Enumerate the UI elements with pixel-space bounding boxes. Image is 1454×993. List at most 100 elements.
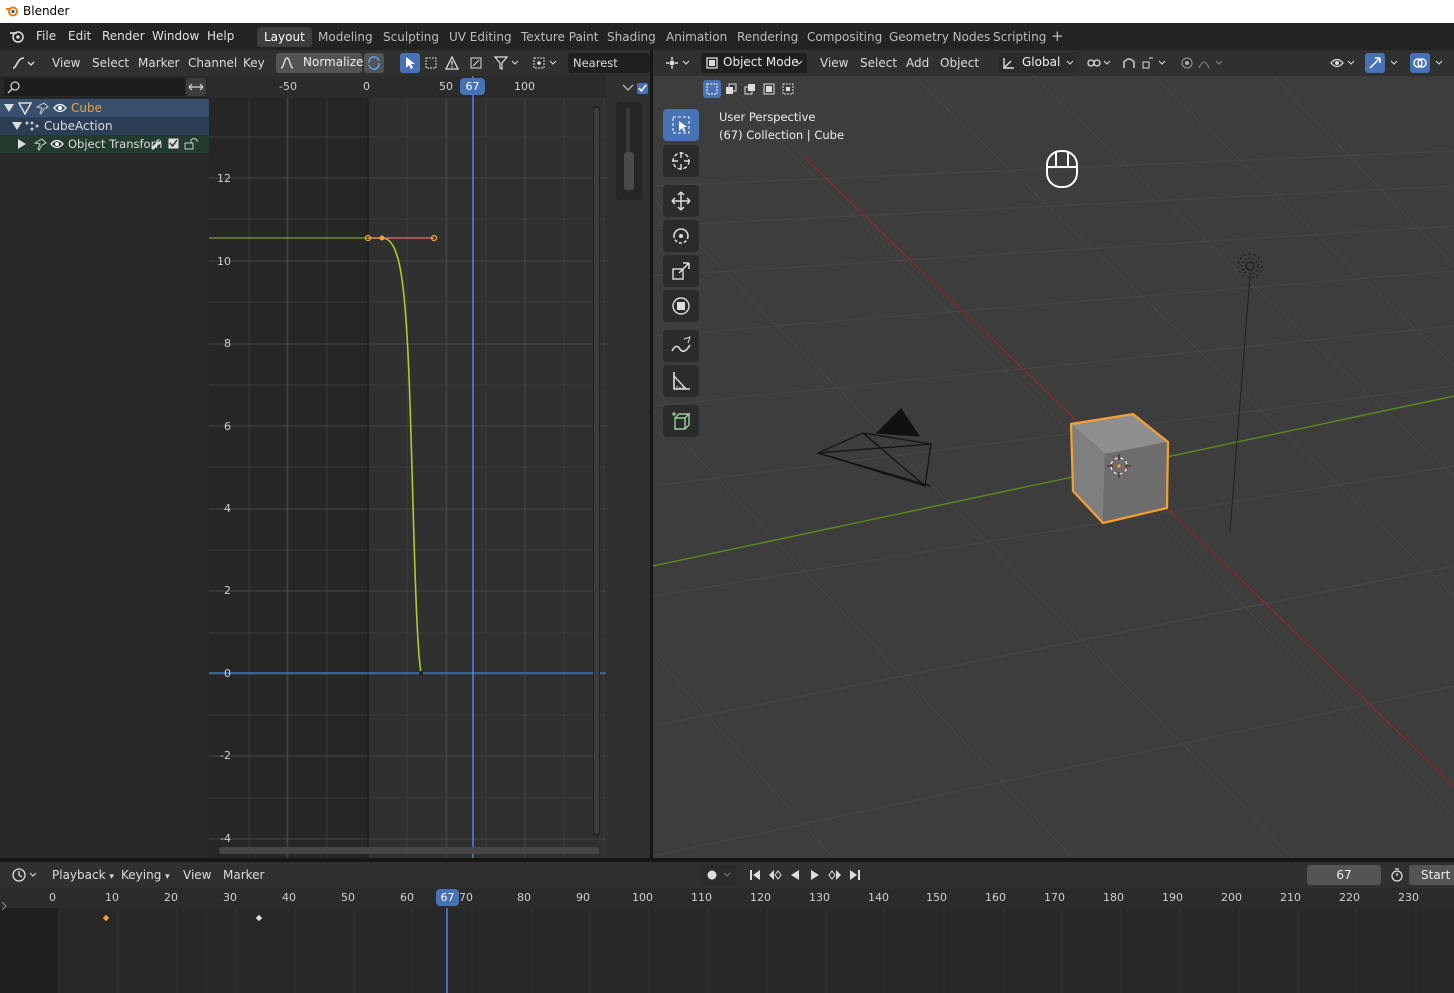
select-invert-icon[interactable] (760, 80, 778, 98)
unlock-icon[interactable] (184, 138, 198, 150)
viewport-menu-select[interactable]: Select (855, 53, 902, 73)
tab-shading[interactable]: Shading (600, 27, 663, 47)
tab-geometry-nodes[interactable]: Geometry Nodes (882, 27, 997, 47)
viewport-menu-object[interactable]: Object (935, 53, 984, 73)
collapsed-triangle-icon[interactable] (18, 139, 26, 149)
eye-icon[interactable] (50, 139, 64, 149)
menu-file[interactable]: File (36, 29, 56, 43)
jump-start-icon[interactable] (745, 865, 765, 885)
jump-keyframe-forward-icon[interactable] (825, 865, 845, 885)
tab-sculpting[interactable]: Sculpting (376, 27, 446, 47)
jump-keyframe-back-icon[interactable] (765, 865, 785, 885)
snap-icon[interactable] (1119, 53, 1139, 73)
select-new-icon[interactable] (703, 80, 721, 98)
only-errors-icon[interactable] (442, 53, 462, 73)
pin-icon[interactable] (34, 138, 47, 151)
tab-modeling[interactable]: Modeling (311, 27, 380, 47)
tool-scale[interactable] (663, 255, 699, 287)
tool-transform[interactable] (663, 290, 699, 322)
editor-type-timeline-icon[interactable] (10, 865, 40, 885)
viewport-menu-add[interactable]: Add (901, 53, 934, 73)
visibility-icon[interactable] (1329, 53, 1357, 73)
timeline-menu-playback[interactable]: Playback ▾ (47, 865, 119, 885)
timeline-menu-view[interactable]: View (178, 865, 216, 885)
chevron-down-icon[interactable] (1435, 60, 1443, 66)
auto-normalize-icon[interactable] (364, 53, 384, 73)
eye-icon[interactable] (53, 103, 67, 113)
tool-select-box[interactable] (663, 109, 699, 141)
mode-dropdown[interactable]: Object Mode (701, 53, 807, 73)
play-reverse-icon[interactable] (785, 865, 805, 885)
proportional-edit-icon[interactable] (1177, 53, 1197, 73)
menu-render[interactable]: Render (102, 29, 145, 43)
tool-add-cube[interactable] (663, 405, 699, 437)
tool-measure[interactable] (663, 365, 699, 397)
pin-icon[interactable] (36, 102, 49, 115)
play-icon[interactable] (805, 865, 825, 885)
current-frame-badge[interactable]: 67 (460, 78, 485, 95)
channel-object-transforms[interactable]: Object Transforn (0, 135, 209, 153)
pivot-point-icon[interactable] (530, 53, 560, 73)
menu-edit[interactable]: Edit (68, 29, 91, 43)
editor-type-graph-icon[interactable] (10, 53, 38, 73)
tool-rotate[interactable] (663, 220, 699, 252)
gizmo-icon[interactable] (1365, 53, 1385, 73)
graph-menu-key[interactable]: Key (238, 53, 270, 73)
chevron-down-icon[interactable] (622, 84, 634, 92)
snap-mode-dropdown[interactable]: Nearest Frame (568, 53, 650, 90)
timeline-current-frame-badge[interactable]: 67 (436, 889, 459, 906)
tab-scripting[interactable]: Scripting (986, 27, 1053, 47)
tab-animation[interactable]: Animation (659, 27, 734, 47)
normalize-toggle[interactable]: Normalize (276, 53, 363, 73)
viewport-menu-view[interactable]: View (815, 53, 853, 73)
graph-area[interactable]: -50 0 50 100 67 12 10 8 6 4 2 0 -2 -4 (209, 76, 650, 858)
tool-cursor[interactable] (663, 145, 699, 177)
channel-search-input[interactable] (4, 78, 185, 96)
sidebar-checkbox-icon[interactable] (637, 83, 648, 94)
tab-layout[interactable]: Layout (257, 27, 312, 47)
checkbox-icon[interactable] (168, 138, 179, 149)
stopwatch-icon[interactable] (1387, 865, 1407, 885)
viewport-canvas[interactable]: User Perspective (67) Collection | Cube (653, 76, 1454, 858)
graph-menu-select[interactable]: Select (87, 53, 134, 73)
channel-cubeaction[interactable]: CubeAction (0, 117, 209, 135)
tab-compositing[interactable]: Compositing (800, 27, 889, 47)
create-ghost-icon[interactable] (466, 53, 486, 73)
pivot-icon[interactable] (1085, 53, 1113, 73)
expand-channels-icon[interactable] (186, 78, 206, 96)
chevron-down-icon[interactable] (1390, 60, 1398, 66)
menu-help[interactable]: Help (207, 29, 234, 43)
start-frame-field[interactable]: Start (1409, 865, 1454, 885)
blender-menu-icon[interactable] (9, 28, 25, 47)
sidebar-slider[interactable] (616, 102, 642, 200)
select-extend-icon[interactable] (722, 80, 740, 98)
filter-icon[interactable] (492, 53, 522, 73)
select-intersect-icon[interactable] (779, 80, 797, 98)
tab-texture-paint[interactable]: Texture Paint (514, 27, 605, 47)
falloff-icon[interactable] (1197, 53, 1225, 73)
graph-menu-view[interactable]: View (47, 53, 85, 73)
tab-uv-editing[interactable]: UV Editing (442, 27, 519, 47)
timeline-menu-keying[interactable]: Keying ▾ (116, 865, 175, 885)
jump-end-icon[interactable] (845, 865, 865, 885)
expand-triangle-icon[interactable] (12, 122, 22, 130)
current-frame-field[interactable]: 67 (1307, 865, 1381, 885)
snap-target-icon[interactable] (1140, 53, 1168, 73)
expand-triangle-icon[interactable] (4, 104, 14, 112)
editor-type-3d-icon[interactable] (663, 53, 693, 73)
tool-annotate[interactable] (663, 330, 699, 362)
timeline-area[interactable]: 0 10 20 30 40 50 60 70 80 90 100 110 120… (0, 888, 1454, 993)
overlays-icon[interactable] (1410, 53, 1430, 73)
menu-window[interactable]: Window (152, 29, 199, 43)
show-hidden-icon[interactable] (421, 53, 441, 73)
channel-cube[interactable]: Cube (0, 99, 209, 117)
tab-rendering[interactable]: Rendering (730, 27, 805, 47)
tool-move[interactable] (663, 185, 699, 217)
add-workspace-icon[interactable]: + (1051, 29, 1064, 44)
only-selected-icon[interactable] (400, 53, 420, 73)
select-subtract-icon[interactable] (741, 80, 759, 98)
orientation-dropdown[interactable]: Global (998, 53, 1076, 73)
graph-menu-channel[interactable]: Channel (183, 53, 242, 73)
graph-menu-marker[interactable]: Marker (133, 53, 184, 73)
wrench-icon[interactable] (150, 138, 162, 150)
